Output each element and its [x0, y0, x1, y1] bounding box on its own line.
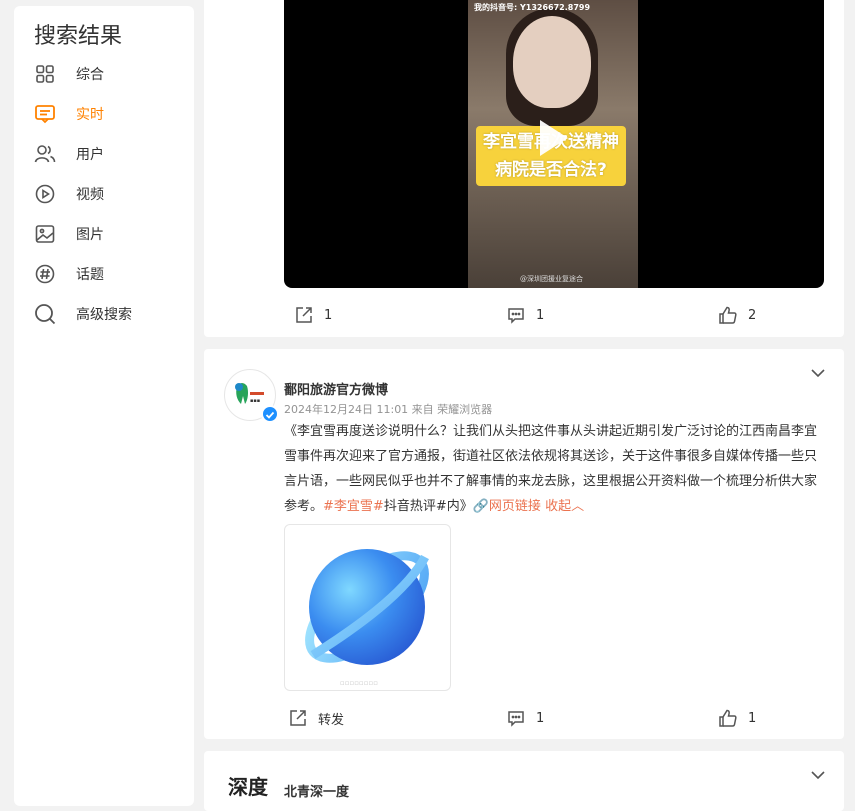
- grid-icon: [34, 63, 56, 85]
- post-author[interactable]: 鄱阳旅游官方微博: [284, 379, 388, 398]
- post-text: 《李宜雪再度送诊说明什么？让我们从头把这件事从头讲起近期引发广泛讨论的江西南昌李…: [284, 419, 824, 519]
- sidebar-item-label: 话题: [76, 267, 104, 283]
- like-count: 1: [748, 710, 757, 726]
- sidebar-item-label: 高级搜索: [76, 307, 132, 323]
- sidebar-item-realtime[interactable]: 实时: [34, 100, 184, 128]
- sidebar: 搜索结果 综合 实时 用户 视频 图片 话题 高级搜索: [14, 6, 194, 806]
- forward-button[interactable]: 转发: [288, 708, 344, 728]
- video-post-card: 我的抖音号: Y1326672.8799 李宜雪再次送精神病院是否合法? @深圳…: [204, 0, 844, 337]
- sidebar-item-all[interactable]: 综合: [34, 60, 184, 88]
- web-link[interactable]: 网页链接: [489, 499, 541, 514]
- post-author[interactable]: 北青深一度: [284, 781, 349, 800]
- video-watermark: @深圳团援业复途合: [520, 275, 583, 283]
- like-button[interactable]: 2: [718, 305, 756, 325]
- action-bar: 转发 1 1: [204, 708, 844, 738]
- users-icon: [34, 143, 56, 165]
- comment-count: 1: [536, 710, 545, 726]
- hashtag-link[interactable]: #李宜雪#: [323, 499, 384, 514]
- comment-button[interactable]: 1: [506, 305, 544, 325]
- realtime-icon: [34, 103, 56, 125]
- image-icon: [34, 223, 56, 245]
- verified-badge-icon: [261, 405, 279, 423]
- post-image-thumbnail[interactable]: ▫▫▫▫▫▫▫▫: [284, 524, 451, 691]
- post-meta: 2024年12月24日 11:01 来自 荣耀浏览器: [284, 403, 493, 416]
- svg-text:▫▫▫▫▫▫▫▫: ▫▫▫▫▫▫▫▫: [340, 679, 378, 687]
- sidebar-item-video[interactable]: 视频: [34, 180, 184, 208]
- like-count: 2: [748, 307, 757, 323]
- hashtag-icon: [34, 263, 56, 285]
- comment-count: 1: [536, 307, 545, 323]
- like-button[interactable]: 1: [718, 708, 756, 728]
- sidebar-item-advanced-search[interactable]: 高级搜索: [34, 300, 184, 328]
- video-player[interactable]: 我的抖音号: Y1326672.8799 李宜雪再次送精神病院是否合法? @深圳…: [284, 0, 824, 288]
- thumbs-up-icon: [718, 708, 738, 728]
- next-post-card: 深度 北青深一度: [204, 751, 844, 811]
- play-icon[interactable]: [540, 120, 568, 156]
- chevron-down-icon[interactable]: [810, 767, 826, 783]
- forward-button[interactable]: 1: [294, 305, 332, 325]
- sidebar-item-label: 图片: [76, 227, 104, 243]
- avatar-logo-text: 深度: [228, 775, 268, 799]
- action-bar: 1 1 2: [204, 305, 844, 335]
- video-frame-text: 我的抖音号: Y1326672.8799: [474, 3, 591, 12]
- video-person-face: [513, 16, 591, 108]
- post-card: ▪▪▪ 鄱阳旅游官方微博 2024年12月24日 11:01 来自 荣耀浏览器 …: [204, 349, 844, 739]
- chevron-down-icon[interactable]: [810, 365, 826, 381]
- sidebar-title: 搜索结果: [34, 24, 123, 49]
- sidebar-item-label: 实时: [76, 107, 104, 123]
- video-play-icon: [34, 183, 56, 205]
- sidebar-item-label: 用户: [76, 147, 104, 163]
- forward-label: 转发: [318, 712, 345, 728]
- svg-text:▪▪▪: ▪▪▪: [250, 398, 260, 404]
- video-frame: 我的抖音号: Y1326672.8799 李宜雪再次送精神病院是否合法? @深圳…: [468, 0, 638, 288]
- chevron-up-icon[interactable]: ︿: [571, 499, 584, 514]
- sidebar-item-users[interactable]: 用户: [34, 140, 184, 168]
- link-icon: 🔗: [472, 499, 489, 514]
- sidebar-item-label: 综合: [76, 67, 104, 83]
- forward-count: 1: [324, 307, 333, 323]
- post-tail: 抖音热评#内》: [383, 499, 473, 514]
- collapse-button[interactable]: 收起: [545, 499, 571, 514]
- thumbs-up-icon: [718, 305, 738, 325]
- comment-icon: [506, 708, 526, 728]
- share-icon: [294, 305, 314, 325]
- avatar[interactable]: 深度: [228, 771, 274, 801]
- comment-icon: [506, 305, 526, 325]
- share-icon: [288, 708, 308, 728]
- sidebar-item-topics[interactable]: 话题: [34, 260, 184, 288]
- sidebar-item-images[interactable]: 图片: [34, 220, 184, 248]
- comment-button[interactable]: 1: [506, 708, 544, 728]
- search-icon: [34, 303, 56, 325]
- sidebar-item-label: 视频: [76, 187, 104, 203]
